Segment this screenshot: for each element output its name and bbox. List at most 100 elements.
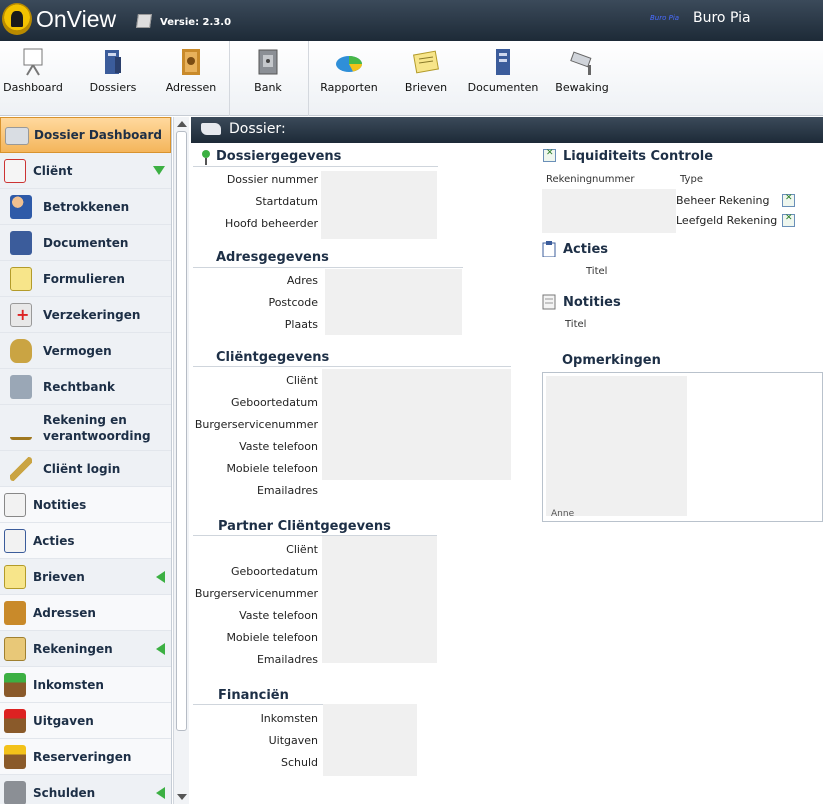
toolbar-adressen-button[interactable]: Adressen — [163, 47, 219, 94]
expand-down-icon[interactable] — [153, 166, 165, 175]
sidebar-item-client[interactable]: Cliënt — [0, 153, 171, 189]
field-label: Plaats — [284, 318, 318, 331]
section-divider — [193, 267, 463, 268]
brieven-icon — [413, 50, 439, 74]
section-title-dossiergegevens: Dossiergegevens — [216, 149, 342, 164]
money-bag-icon — [10, 339, 32, 363]
field-label: Postcode — [268, 296, 318, 309]
sidebar-item-vermogen[interactable]: Vermogen — [0, 333, 171, 369]
cash-register-icon — [4, 781, 26, 804]
table-row: Beheer Rekening — [676, 194, 770, 207]
field-label: Schuld — [280, 756, 318, 769]
toolbar-bewaking-button[interactable]: Bewaking — [553, 47, 611, 94]
sidebar-item-label: Reserveringen — [33, 749, 132, 764]
sidebar-item-documenten[interactable]: Documenten — [0, 225, 171, 261]
sidebar-item-label: Dossier Dashboard — [34, 128, 163, 142]
field-label: Vaste telefoon — [239, 609, 318, 622]
field-label: Cliënt — [286, 543, 318, 556]
clipboard-icon — [4, 529, 26, 553]
expand-left-icon[interactable] — [156, 571, 165, 583]
toolbar-label: Bewaking — [555, 81, 609, 94]
sidebar-item-verzekeringen[interactable]: + Verzekeringen — [0, 297, 171, 333]
sidebar-item-label: Rechtbank — [43, 379, 115, 394]
address-book-icon — [4, 601, 26, 625]
sidebar-item-formulieren[interactable]: Formulieren — [0, 261, 171, 297]
clipboard-icon — [542, 241, 556, 257]
toolbar-label: Rapporten — [320, 81, 378, 94]
invoice-icon — [4, 637, 26, 661]
field-label: Burgerservicenummer — [194, 587, 318, 600]
scroll-thumb[interactable] — [176, 131, 187, 731]
client-card-icon — [4, 159, 26, 183]
toolbar-brieven-button[interactable]: Brieven — [402, 47, 450, 94]
toolbar-dashboard-button[interactable]: Dashboard — [2, 47, 64, 94]
toolbar-bank-button[interactable]: Bank — [248, 47, 288, 94]
adresgegevens-values — [325, 269, 462, 335]
sidebar-item-uitgaven[interactable]: Uitgaven — [0, 703, 171, 739]
sidebar-item-label: Notities — [33, 497, 87, 512]
section-title-notities: Notities — [563, 295, 621, 310]
adressen-icon — [182, 49, 200, 75]
scales-icon — [10, 416, 32, 440]
sidebar-item-label: Cliënt login — [43, 461, 121, 476]
sidebar-item-label: Adressen — [33, 605, 96, 620]
section-title-liquiditeit: Liquiditeits Controle — [563, 149, 714, 164]
excel-export-icon[interactable] — [782, 213, 795, 227]
app-header: OnView Versie: 2.3.0 Buro Pia Buro Pia — [0, 0, 823, 41]
field-label: Startdatum — [255, 195, 318, 208]
sidebar-item-label: Formulieren — [43, 271, 125, 286]
sidebar-item-brieven[interactable]: Brieven — [0, 559, 171, 595]
sidebar-item-rechtbank[interactable]: Rechtbank — [0, 369, 171, 405]
notes-icon — [542, 294, 556, 310]
sidebar-item-label: Inkomsten — [33, 677, 104, 692]
sidebar-item-betrokkenen[interactable]: Betrokkenen — [0, 189, 171, 225]
notes-icon — [4, 493, 26, 517]
sidebar-item-schulden[interactable]: Schulden — [0, 775, 171, 804]
section-title-financien: Financiën — [218, 688, 289, 703]
sidebar-item-label: Uitgaven — [33, 713, 94, 728]
expand-left-icon[interactable] — [156, 787, 165, 799]
column-header-titel: Titel — [565, 319, 587, 330]
sidebar-item-label: Brieven — [33, 569, 85, 584]
bewaking-icon — [570, 51, 592, 75]
field-label: Geboortedatum — [230, 565, 318, 578]
clientgegevens-values — [322, 369, 511, 480]
scroll-down-icon[interactable] — [177, 794, 187, 800]
expand-left-icon[interactable] — [156, 643, 165, 655]
dossier-dashboard-content: Dossiergegevens Dossier nummer Startdatu… — [191, 143, 823, 804]
letter-icon — [4, 565, 26, 589]
sidebar-item-label: Betrokkenen — [43, 199, 130, 214]
sidebar-item-inkomsten[interactable]: Inkomsten — [0, 667, 171, 703]
sidebar-item-client-login[interactable]: Cliënt login — [0, 451, 171, 487]
onview-logo-icon — [2, 3, 32, 35]
sidebar-scrollbar[interactable] — [173, 117, 189, 804]
scroll-up-icon[interactable] — [177, 121, 187, 127]
column-header-rekeningnummer: Rekeningnummer — [546, 174, 635, 185]
toolbar-rapporten-button[interactable]: Rapporten — [318, 47, 380, 94]
dossiergegevens-values — [321, 171, 437, 239]
toolbar-dossiers-button[interactable]: Dossiers — [86, 47, 140, 94]
first-aid-icon: + — [10, 303, 32, 327]
bank-icon — [258, 49, 278, 75]
book-icon — [5, 127, 29, 145]
section-title-opmerkingen: Opmerkingen — [562, 353, 661, 368]
sidebar-item-dossier-dashboard[interactable]: Dossier Dashboard — [0, 117, 171, 153]
sidebar-item-reserveringen[interactable]: Reserveringen — [0, 739, 171, 775]
toolbar-label: Adressen — [165, 81, 217, 94]
column-header-type: Type — [680, 174, 703, 185]
sidebar-item-rekening-verantwoording[interactable]: Rekening en verantwoording — [0, 405, 171, 451]
opmerkingen-text: Anne — [551, 509, 575, 519]
treasure-chest-icon — [4, 745, 26, 769]
toolbar-label: Documenten — [467, 81, 539, 94]
excel-export-icon[interactable] — [782, 193, 795, 207]
sidebar-item-notities[interactable]: Notities — [0, 487, 171, 523]
section-divider — [193, 366, 511, 367]
opmerkingen-box[interactable]: Anne — [542, 372, 823, 522]
toolbar-documenten-button[interactable]: Documenten — [467, 47, 539, 94]
dashboard-icon — [23, 48, 43, 76]
field-label: Cliënt — [286, 374, 318, 387]
sidebar-item-adressen[interactable]: Adressen — [0, 595, 171, 631]
sidebar-item-rekeningen[interactable]: Rekeningen — [0, 631, 171, 667]
sidebar-item-acties[interactable]: Acties — [0, 523, 171, 559]
field-label: Uitgaven — [268, 734, 318, 747]
